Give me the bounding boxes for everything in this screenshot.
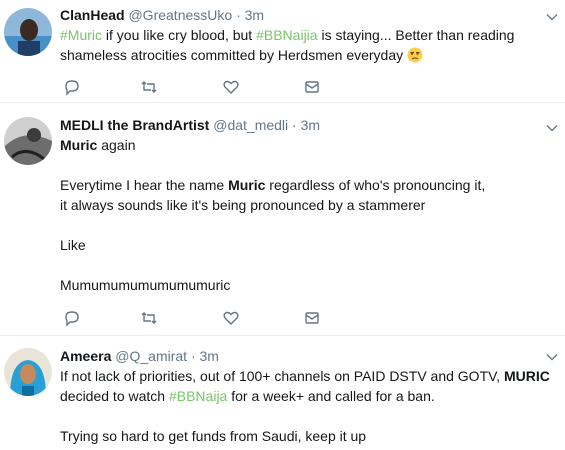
text-segment: Mumumumumumumumuric	[60, 277, 231, 293]
avatar[interactable]	[4, 117, 52, 165]
heart-icon[interactable]	[222, 309, 240, 327]
tweet[interactable]: Ameera @Q_amirat · 3m If not lack of pri…	[0, 336, 565, 450]
text-segment: again	[97, 137, 136, 153]
tweet-text: If not lack of priorities, out of 100+ c…	[60, 366, 555, 446]
text-segment: for a week+ and called for a ban.	[227, 388, 435, 404]
timestamp[interactable]: 3m	[301, 117, 320, 133]
text-segment: it always sounds like it's being pronoun…	[60, 197, 426, 213]
retweet-icon[interactable]	[140, 309, 158, 327]
tweet-text: Muric again Everytime I hear the name Mu…	[60, 135, 555, 295]
user-handle[interactable]: @GreatnessUko	[128, 7, 232, 23]
tweet[interactable]: ClanHead @GreatnessUko · 3m #Muric if yo…	[0, 0, 565, 103]
text-segment: Like	[60, 237, 86, 253]
tweet[interactable]: MEDLI the BrandArtist @dat_medli · 3m Mu…	[0, 103, 565, 336]
heart-icon[interactable]	[222, 78, 240, 96]
user-handle[interactable]: @Q_amirat	[115, 348, 187, 364]
chevron-down-icon[interactable]	[545, 350, 559, 364]
chevron-down-icon[interactable]	[545, 10, 559, 24]
user-handle[interactable]: @dat_medli	[213, 117, 288, 133]
bold-text: MURIC	[503, 368, 550, 384]
hashtag-link[interactable]: #BBNaijia	[256, 27, 317, 43]
unamused-face-emoji-icon	[407, 47, 423, 68]
avatar[interactable]	[4, 8, 52, 56]
separator-dot: ·	[236, 7, 241, 23]
timeline: ClanHead @GreatnessUko · 3m #Muric if yo…	[0, 0, 565, 450]
text-segment: If not lack of priorities, out of 100+ c…	[60, 368, 504, 384]
separator-dot: ·	[292, 117, 297, 133]
timestamp[interactable]: 3m	[200, 348, 219, 364]
separator-dot: ·	[190, 348, 196, 364]
reply-icon[interactable]	[63, 78, 81, 96]
timestamp[interactable]: 3m	[245, 7, 264, 23]
hashtag-link[interactable]: #Muric	[60, 27, 102, 43]
display-name[interactable]: MEDLI the BrandArtist	[60, 117, 209, 133]
text-segment: Trying so hard to get funds from Saudi, …	[60, 428, 367, 444]
tweet-text: #Muric if you like cry blood, but #BBNai…	[60, 25, 555, 68]
bold-text: Muric	[228, 177, 266, 193]
chevron-down-icon[interactable]	[545, 121, 559, 135]
avatar[interactable]	[4, 348, 52, 396]
display-name[interactable]: ClanHead	[60, 7, 125, 23]
envelope-icon[interactable]	[303, 78, 321, 96]
retweet-icon[interactable]	[140, 78, 158, 96]
reply-icon[interactable]	[63, 309, 81, 327]
text-segment: Everytime I hear the name	[60, 177, 229, 193]
hashtag-link[interactable]: #BBNaija	[169, 388, 227, 404]
text-segment: if you like cry blood, but	[102, 27, 257, 43]
envelope-icon[interactable]	[303, 309, 321, 327]
text-segment: decided to watch	[60, 388, 169, 404]
bold-text: Muric	[60, 137, 98, 153]
display-name[interactable]: Ameera	[60, 348, 111, 364]
text-segment: regardless of who's pronouncing it,	[265, 177, 486, 193]
